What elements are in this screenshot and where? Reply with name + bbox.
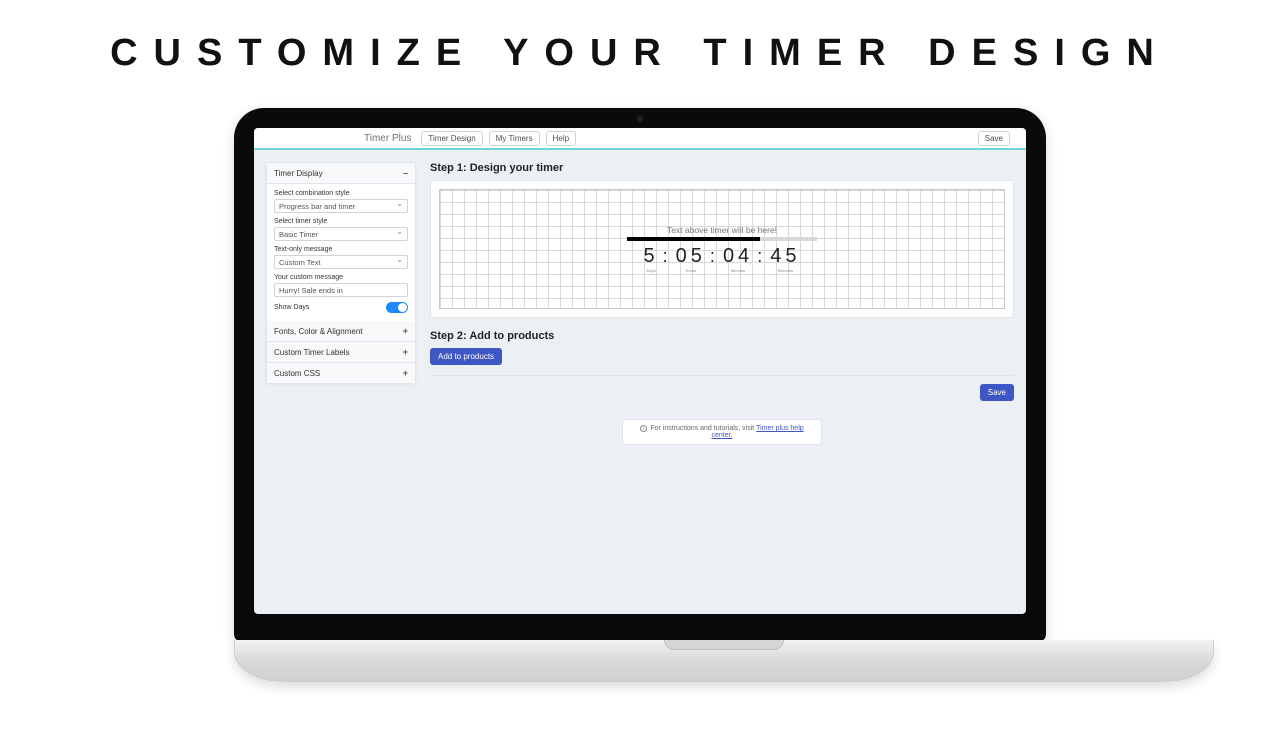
laptop-frame: Timer Plus Timer Design My Timers Help S… [234, 108, 1046, 682]
accordion-title: Custom CSS [274, 369, 320, 378]
preview-grid: Text above timer will be here! 5Days : 0… [439, 189, 1005, 309]
timer-minutes-label: Minutes [731, 268, 745, 273]
text-only-label: Text-only message [274, 246, 408, 253]
nav-timer-design[interactable]: Timer Design [421, 131, 482, 146]
timer-seconds: 45 [770, 245, 800, 268]
colon-icon: : [663, 246, 672, 267]
hero-title: CUSTOMIZE YOUR TIMER DESIGN [0, 32, 1280, 75]
save-button-top[interactable]: Save [978, 131, 1010, 146]
expand-icon: + [403, 368, 408, 378]
custom-msg-label: Your custom message [274, 274, 408, 281]
camera-dot [637, 116, 643, 122]
timer-hours: 05 [676, 245, 706, 268]
divider [430, 375, 1014, 376]
step1-title: Step 1: Design your timer [430, 162, 1014, 174]
timer-days-label: Days [647, 268, 656, 273]
timer-preview-card: Text above timer will be here! 5Days : 0… [430, 180, 1014, 318]
preview-progress-bar [627, 237, 817, 241]
text-only-select[interactable]: Custom Text [274, 255, 408, 269]
accordion-title: Timer Display [274, 169, 323, 178]
top-bar: Timer Plus Timer Design My Timers Help S… [254, 128, 1026, 150]
laptop-notch [664, 640, 784, 650]
preview-text-above: Text above timer will be here! [667, 225, 777, 235]
step2-title: Step 2: Add to products [430, 330, 1014, 342]
main-panel: Step 1: Design your timer Text above tim… [430, 162, 1014, 602]
accordion-title: Custom Timer Labels [274, 348, 350, 357]
show-days-toggle[interactable] [386, 302, 408, 313]
combo-style-select[interactable]: Progress bar and timer [274, 199, 408, 213]
expand-icon: + [403, 347, 408, 357]
combo-style-label: Select combination style [274, 190, 408, 197]
nav-my-timers[interactable]: My Timers [489, 131, 540, 146]
help-footer: iFor instructions and tutorials, visit T… [622, 419, 822, 445]
accordion-fonts[interactable]: Fonts, Color & Alignment + [267, 321, 415, 342]
app-screen: Timer Plus Timer Design My Timers Help S… [254, 128, 1026, 614]
colon-icon: : [710, 246, 719, 267]
settings-sidebar: Timer Display – Select combination style… [266, 162, 416, 384]
accordion-css[interactable]: Custom CSS + [267, 363, 415, 383]
nav-help[interactable]: Help [546, 131, 576, 146]
accordion-timer-display[interactable]: Timer Display – [267, 163, 415, 184]
timer-seconds-label: Seconds [778, 268, 794, 273]
timer-style-label: Select timer style [274, 218, 408, 225]
timer-style-select[interactable]: Basic Timer [274, 227, 408, 241]
accordion-title: Fonts, Color & Alignment [274, 327, 362, 336]
show-days-label: Show Days [274, 304, 309, 311]
laptop-base [234, 640, 1214, 682]
preview-timer: 5Days : 05Hours : 04Minutes : 45Seconds [644, 245, 801, 273]
custom-msg-input[interactable]: Hurry! Sale ends in [274, 283, 408, 297]
add-to-products-button[interactable]: Add to products [430, 348, 502, 365]
timer-days: 5 [644, 245, 659, 268]
info-icon: i [640, 425, 647, 432]
accordion-labels[interactable]: Custom Timer Labels + [267, 342, 415, 363]
colon-icon: : [757, 246, 766, 267]
timer-minutes: 04 [723, 245, 753, 268]
expand-icon: + [403, 326, 408, 336]
timer-hours-label: Hours [685, 268, 696, 273]
brand-name: Timer Plus [364, 133, 411, 144]
save-button-bottom[interactable]: Save [980, 384, 1014, 401]
help-text: For instructions and tutorials, visit [650, 425, 756, 432]
collapse-icon: – [403, 168, 408, 178]
